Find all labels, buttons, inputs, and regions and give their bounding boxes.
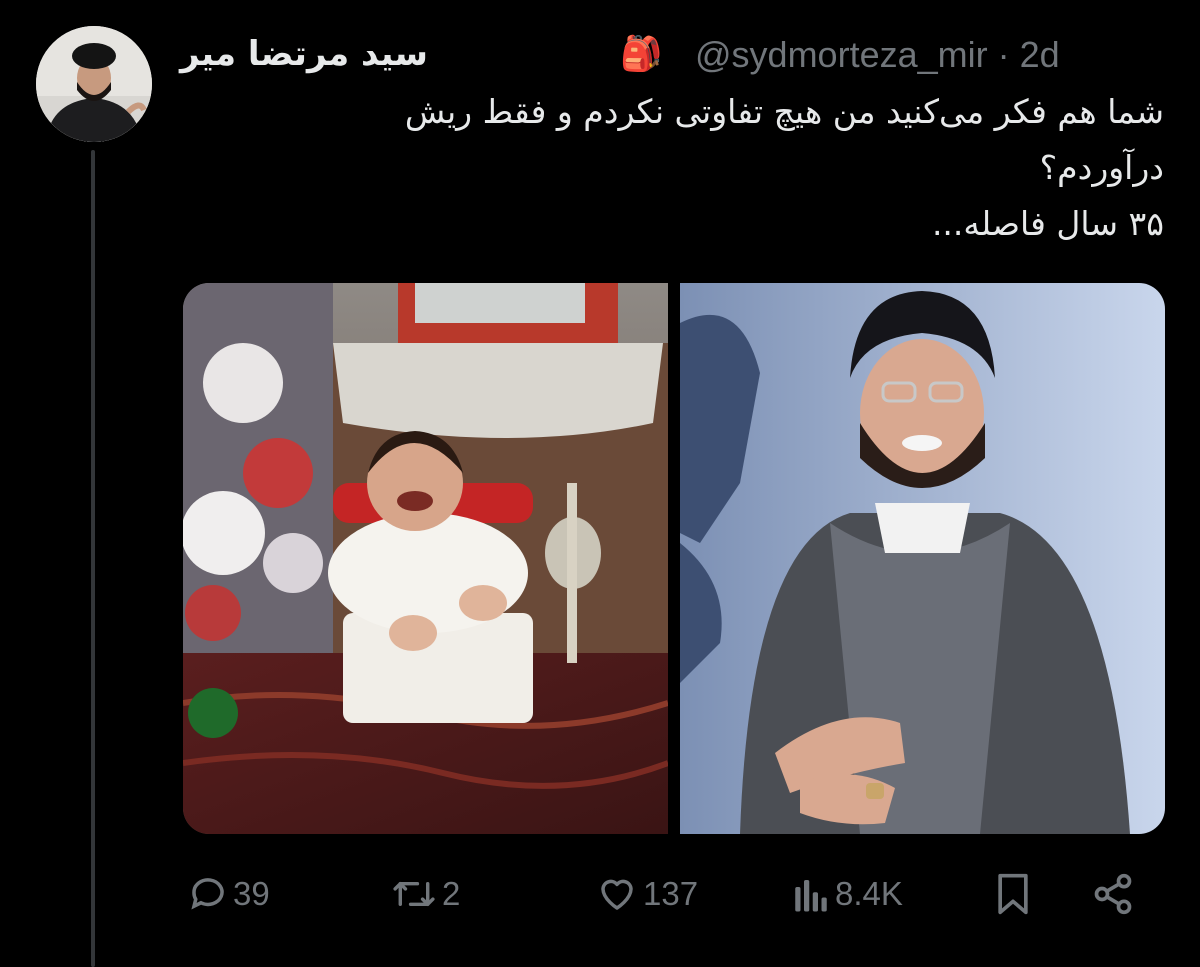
- backpack-emoji-icon: 🎒: [620, 34, 663, 74]
- tweet-text-line: درآوردم؟: [1039, 148, 1164, 187]
- handle-and-timestamp[interactable]: @sydmorteza_mir · 2d: [695, 34, 1060, 76]
- adult-cleric-photo[interactable]: [680, 283, 1165, 834]
- views-button[interactable]: 8.4K: [791, 866, 903, 922]
- tweet-header: سید مرتضا میر 🎒 @sydmorteza_mir · 2d: [180, 30, 1180, 80]
- tweet-text-line: شما هم فکر می‌کنید من هیچ تفاوتی نکردم و…: [404, 92, 1164, 131]
- tweet-media[interactable]: [183, 283, 1165, 834]
- tweet-text: شما هم فکر می‌کنید من هیچ تفاوتی نکردم و…: [204, 84, 1164, 252]
- reply-icon: [191, 878, 224, 910]
- display-name[interactable]: سید مرتضا میر: [180, 34, 428, 74]
- reply-button[interactable]: 39: [187, 866, 270, 922]
- share-icon: [1094, 873, 1132, 915]
- like-count: 137: [643, 875, 699, 912]
- repost-count: 2: [442, 875, 461, 912]
- childhood-photo[interactable]: [183, 283, 670, 834]
- reply-count: 39: [233, 875, 270, 912]
- thread-line: [91, 150, 95, 967]
- views-icon: [795, 880, 827, 912]
- like-button[interactable]: 137: [595, 866, 698, 922]
- bookmark-button[interactable]: [993, 866, 1033, 922]
- views-count: 8.4K: [835, 875, 903, 912]
- tweet-text-line: ۳۵ سال فاصله...: [931, 204, 1164, 243]
- heart-icon: [601, 879, 633, 910]
- bookmark-icon: [998, 873, 1028, 915]
- share-button[interactable]: [1091, 866, 1135, 922]
- repost-button[interactable]: 2: [390, 866, 460, 922]
- avatar[interactable]: [36, 26, 152, 142]
- tweet-actions: 39 2 137 8.4K: [183, 866, 1143, 926]
- repost-icon: [393, 882, 435, 906]
